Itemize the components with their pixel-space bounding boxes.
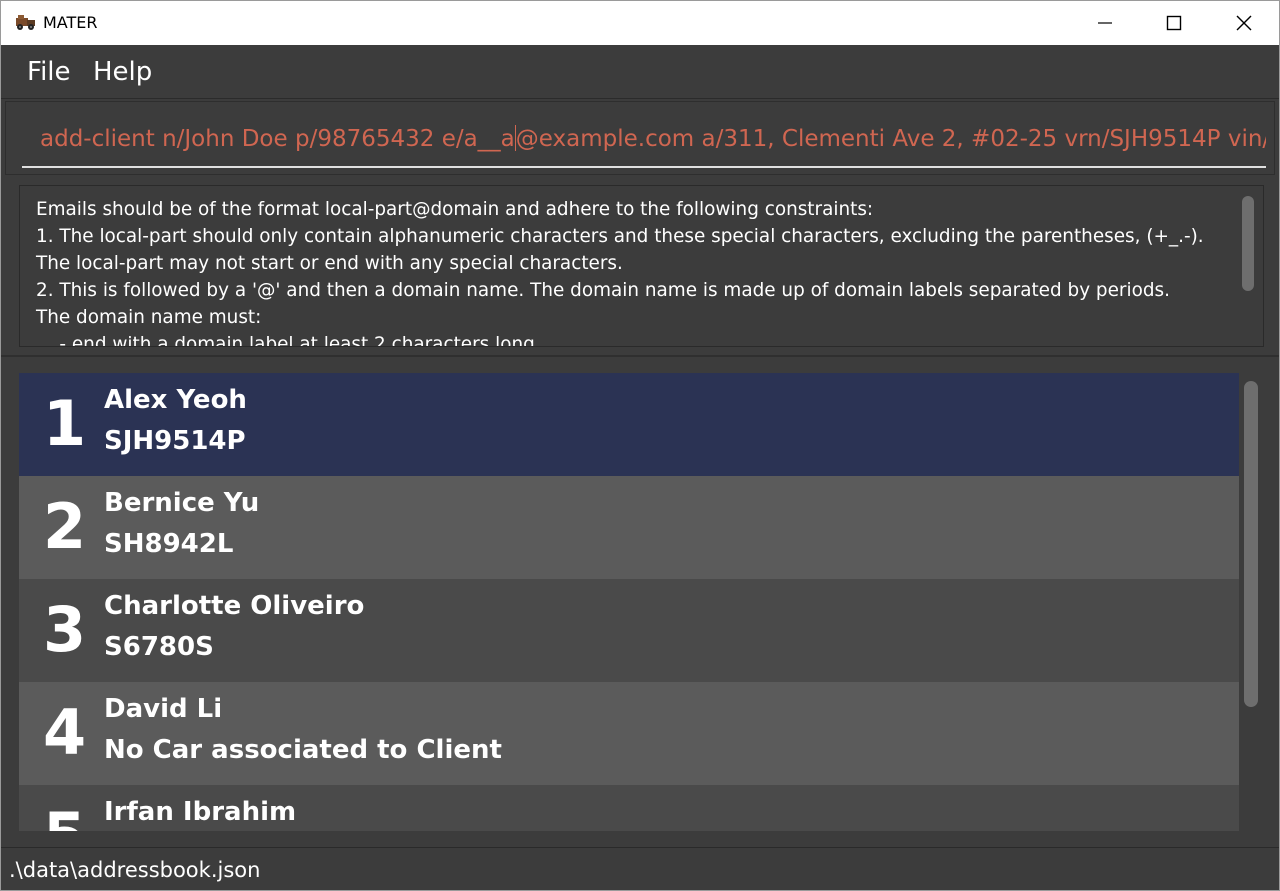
maximize-icon bbox=[1166, 15, 1182, 31]
client-card[interactable]: 5 Irfan Ibrahim bbox=[19, 785, 1239, 831]
menu-file[interactable]: File bbox=[27, 57, 71, 87]
client-card[interactable]: 2 Bernice Yu SH8942L bbox=[19, 476, 1239, 579]
app-window: MATER File Help add-client n/John Doe p/… bbox=[0, 0, 1280, 891]
client-name: David Li bbox=[104, 694, 223, 724]
status-bar: .\data\addressbook.json bbox=[1, 847, 1279, 890]
client-car: No Car associated to Client bbox=[104, 735, 502, 765]
command-text-after-caret: @example.com a/311, Clementi Ave 2, #02-… bbox=[515, 126, 1266, 152]
close-icon bbox=[1236, 15, 1252, 31]
client-car: SJH9514P bbox=[104, 426, 246, 456]
title-bar[interactable]: MATER bbox=[1, 1, 1279, 45]
client-index: 2 bbox=[43, 490, 87, 563]
command-box: add-client n/John Doe p/98765432 e/a__a@… bbox=[5, 101, 1275, 175]
client-index: 5 bbox=[43, 799, 86, 831]
client-car: S6780S bbox=[104, 632, 214, 662]
client-name: Alex Yeoh bbox=[104, 385, 247, 415]
minimize-button[interactable] bbox=[1071, 1, 1139, 45]
menu-help[interactable]: Help bbox=[93, 57, 152, 87]
window-title: MATER bbox=[43, 13, 98, 32]
client-list-scrollbar[interactable] bbox=[1244, 381, 1258, 707]
client-card[interactable]: 4 David Li No Car associated to Client bbox=[19, 682, 1239, 785]
result-message: Emails should be of the format local-par… bbox=[36, 199, 1204, 347]
client-name: Bernice Yu bbox=[104, 488, 260, 518]
client-list[interactable]: 1 Alex Yeoh SJH9514P 2 Bernice Yu SH8942L 3 Cha… bbox=[19, 373, 1263, 831]
client-card[interactable]: 1 Alex Yeoh SJH9514P bbox=[19, 373, 1239, 476]
result-display[interactable]: Emails should be of the format local-par… bbox=[19, 185, 1264, 347]
tow-truck-icon bbox=[16, 15, 35, 30]
maximize-button[interactable] bbox=[1140, 1, 1208, 45]
client-index: 4 bbox=[43, 696, 87, 769]
divider bbox=[1, 355, 1279, 357]
result-scrollbar[interactable] bbox=[1242, 196, 1254, 291]
client-index: 3 bbox=[43, 593, 87, 666]
client-index: 1 bbox=[43, 387, 87, 460]
client-card[interactable]: 3 Charlotte Oliveiro S6780S bbox=[19, 579, 1239, 682]
menu-bar: File Help bbox=[1, 45, 1279, 99]
command-input[interactable]: add-client n/John Doe p/98765432 e/a__a@… bbox=[22, 120, 1266, 168]
status-file-path: .\data\addressbook.json bbox=[9, 858, 261, 882]
client-name: Charlotte Oliveiro bbox=[104, 591, 365, 621]
close-button[interactable] bbox=[1210, 1, 1278, 45]
client-car: SH8942L bbox=[104, 529, 234, 559]
command-text-before-caret: add-client n/John Doe p/98765432 e/a__a bbox=[40, 126, 515, 152]
client-name: Irfan Ibrahim bbox=[104, 797, 297, 827]
minimize-icon bbox=[1098, 22, 1112, 24]
